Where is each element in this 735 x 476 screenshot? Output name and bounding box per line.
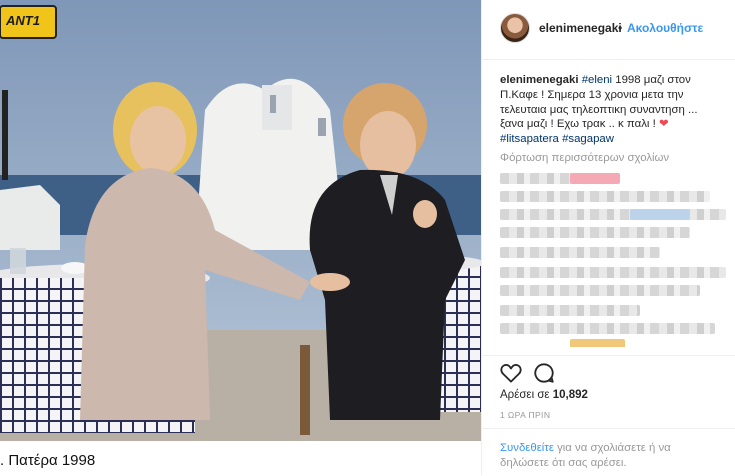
login-prompt-text: Συνδεθείτε για να σχολιάσετε ή να δηλώσε…	[500, 441, 720, 471]
caption-username[interactable]: elenimenegaki	[500, 74, 579, 86]
comment-bubble-icon[interactable]	[533, 362, 555, 384]
post-caption: elenimenegaki #eleni 1998 μαζι στον Π.Κα…	[500, 73, 720, 147]
likes-count[interactable]: Αρέσει σε 10,892	[500, 389, 588, 401]
heart-outline-icon[interactable]	[500, 363, 522, 383]
post-side-panel: elenimenegaki • Ακολουθήστε elenimenegak…	[481, 0, 735, 475]
blurred-comments	[500, 171, 726, 347]
follow-button[interactable]: Ακολουθήστε	[627, 21, 703, 35]
avatar[interactable]	[500, 13, 530, 43]
login-prompt: Συνδεθείτε για να σχολιάσετε ή να δηλώσε…	[482, 428, 735, 476]
post-header: elenimenegaki • Ακολουθήστε	[482, 0, 735, 60]
load-more-comments-link[interactable]: Φόρτωση περισσότερων σχολίων	[500, 152, 669, 164]
hashtag-link[interactable]: #sagapaw	[562, 133, 614, 145]
heart-emoji-icon: ❤	[658, 118, 669, 131]
video-frame	[0, 0, 481, 441]
post-video[interactable]: ANT1	[0, 0, 481, 441]
login-link[interactable]: Συνδεθείτε	[500, 442, 554, 454]
separator-dot: •	[618, 21, 623, 35]
post-actions	[482, 355, 735, 383]
channel-logo-text: ANT1	[6, 13, 40, 28]
hashtag-link[interactable]: #litsapatera	[500, 133, 559, 145]
video-caption-text: . Πατέρα 1998	[0, 452, 96, 469]
post-timestamp[interactable]: 1 ΩΡΑ ΠΡΙΝ	[500, 410, 550, 420]
header-username[interactable]: elenimenegaki	[539, 21, 622, 35]
hashtag-link[interactable]: #eleni	[582, 74, 612, 86]
likes-prefix: Αρέσει σε	[500, 389, 553, 401]
likes-number: 10,892	[552, 389, 588, 401]
